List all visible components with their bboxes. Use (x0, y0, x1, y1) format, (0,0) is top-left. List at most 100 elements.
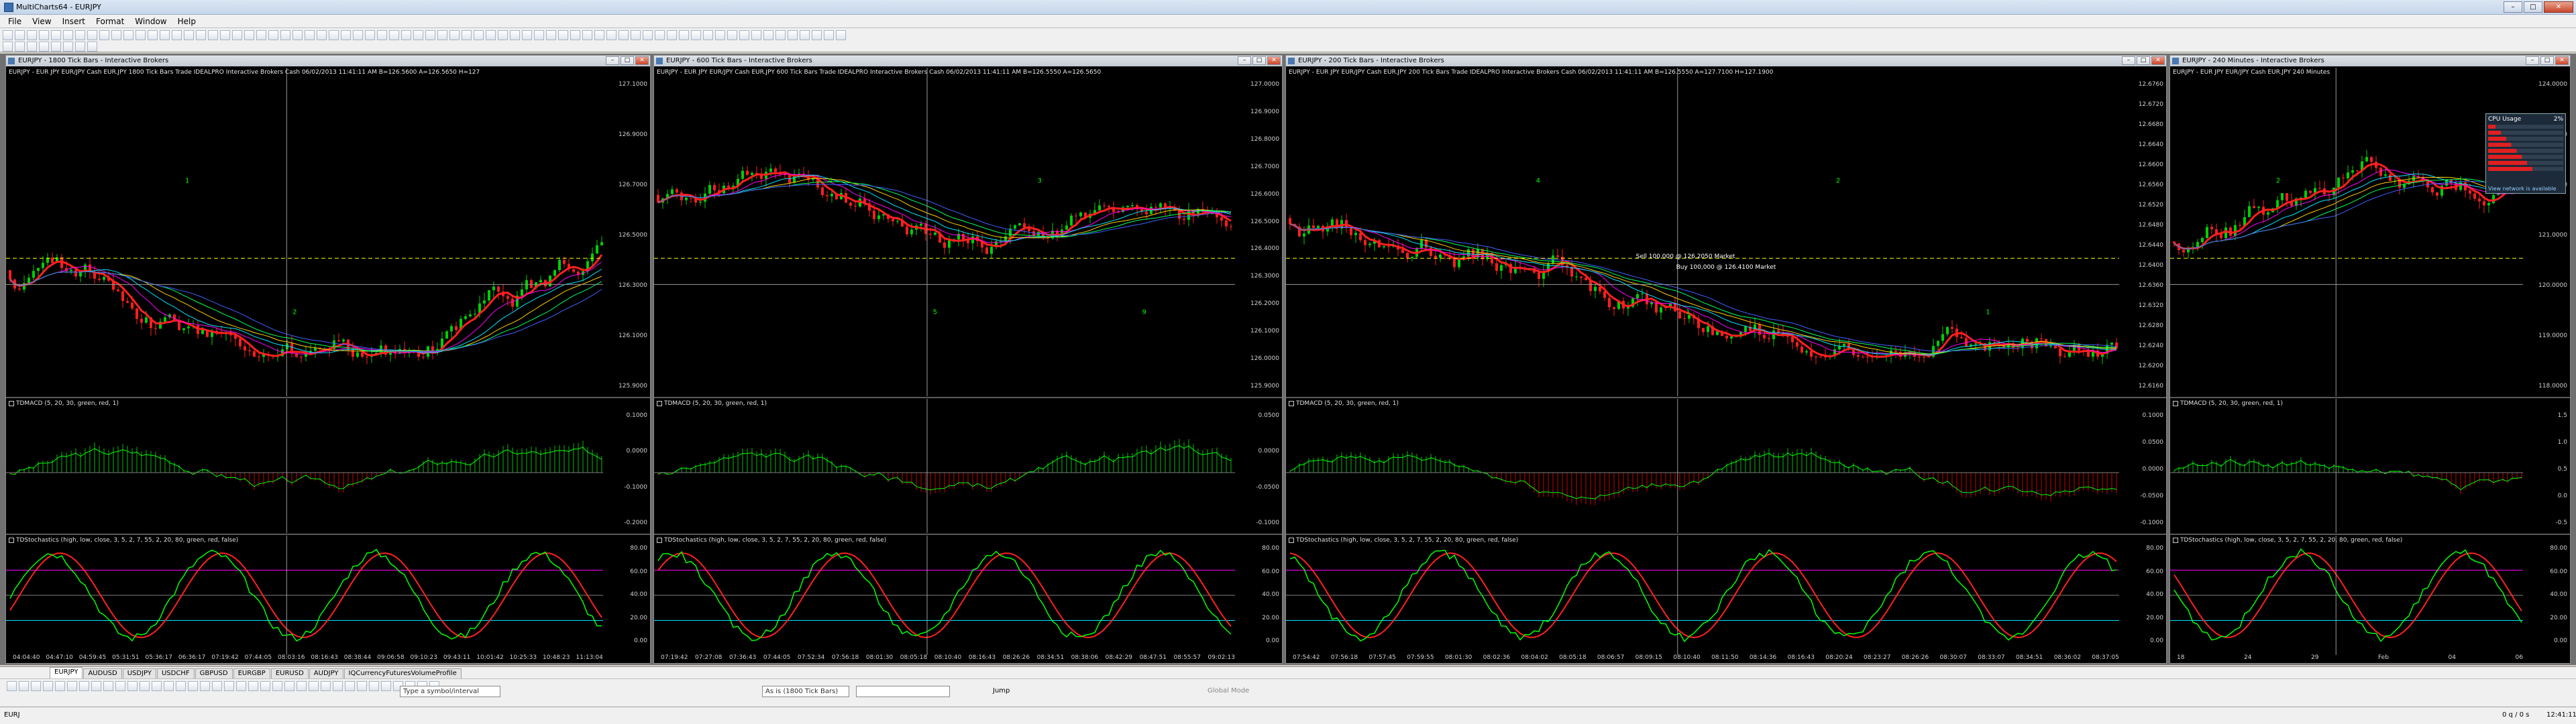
toolbar-button-31[interactable] (365, 29, 375, 40)
draw-tool-button-29[interactable] (345, 680, 355, 691)
toolbar-button-11[interactable] (123, 29, 133, 40)
toolbar-button-35[interactable] (413, 29, 423, 40)
jump-date-input[interactable] (856, 686, 950, 697)
toolbar-button-37[interactable] (437, 29, 447, 40)
toolbar-button-48[interactable] (570, 29, 580, 40)
toolbar-button-61[interactable] (727, 29, 737, 40)
toolbar-button-53[interactable] (631, 29, 641, 40)
draw-tool-button-31[interactable] (369, 680, 379, 691)
toolbar-button-6[interactable] (63, 29, 73, 40)
tab-eurusd[interactable]: EURUSD (270, 668, 309, 678)
draw-tool-button-5[interactable] (55, 680, 65, 691)
toolbar-button-58[interactable] (691, 29, 701, 40)
stochastics-chart[interactable] (1286, 536, 2119, 655)
macd-axis[interactable]: 0.1000 0.0500 0.0000 -0.0500 -0.1000 (2119, 399, 2166, 533)
toolbar-button-17[interactable] (196, 29, 206, 40)
price-axis[interactable]: 12.6760 12.6720 12.6680 12.6640 12.6600 12.65… (2119, 68, 2166, 396)
minimize-icon[interactable]: – (606, 56, 619, 65)
price-chart[interactable]: 2 (2170, 68, 2523, 396)
toolbar-button-9[interactable] (99, 29, 109, 40)
macd-chart[interactable] (654, 399, 1235, 533)
draw-tool-button-8[interactable] (91, 680, 101, 691)
panel-separator[interactable] (654, 534, 1282, 535)
toolbar-button-65[interactable] (775, 29, 786, 40)
toolbar-button-27[interactable] (317, 29, 327, 40)
chart-window-title[interactable]: EURJPY - 1800 Tick Bars - Interactive Br… (6, 56, 650, 66)
toolbar-button-25[interactable] (292, 29, 303, 40)
toolbar-button-21[interactable] (244, 29, 254, 40)
toolbar-button-41[interactable] (486, 29, 496, 40)
time-axis[interactable]: 18 24 29 Feb 04 06 (2177, 654, 2523, 662)
macd-chart[interactable] (1286, 399, 2119, 533)
toolbar-button-29[interactable] (341, 29, 351, 40)
macd-axis[interactable]: 1.5 1.0 0.5 0.0 -0.5 (2523, 399, 2570, 533)
toolbar-button-64[interactable] (763, 29, 773, 40)
draw-tool-button-30[interactable] (357, 680, 367, 691)
minimize-icon[interactable]: – (2504, 1, 2522, 13)
draw-tool-button-17[interactable] (200, 680, 210, 691)
toolbar-button-28[interactable] (329, 29, 339, 40)
chart-window-title[interactable]: EURJPY - 200 Tick Bars - Interactive Bro… (1286, 56, 2166, 66)
toolbar-button-16[interactable] (184, 29, 194, 40)
price-chart[interactable]: 12 (6, 68, 603, 396)
draw-tool-button-13[interactable] (152, 680, 162, 691)
resolution-select[interactable]: As is (1800 Tick Bars) (762, 686, 849, 697)
toolbar2-button-6[interactable] (63, 41, 73, 52)
panel-separator[interactable] (2170, 534, 2570, 535)
draw-tool-button-24[interactable] (284, 680, 294, 691)
toolbar-button-22[interactable] (256, 29, 266, 40)
jump-button[interactable]: Jump (993, 687, 1010, 695)
draw-tool-button-11[interactable] (127, 680, 138, 691)
toolbar-button-26[interactable] (305, 29, 315, 40)
toolbar-button-15[interactable] (172, 29, 182, 40)
tab-eurjpy[interactable]: EURJPY (50, 667, 83, 678)
toolbar-button-30[interactable] (353, 29, 363, 40)
chart-window-title[interactable]: EURJPY - 240 Minutes - Interactive Broke… (2170, 56, 2570, 66)
toolbar-button-57[interactable] (679, 29, 689, 40)
close-icon[interactable]: ✕ (635, 56, 649, 65)
draw-tool-button-19[interactable] (224, 680, 234, 691)
draw-tool-button-26[interactable] (309, 680, 319, 691)
menu-help[interactable]: Help (172, 15, 201, 28)
draw-tool-button-25[interactable] (297, 680, 307, 691)
menu-view[interactable]: View (27, 15, 56, 28)
toolbar-button-45[interactable] (534, 29, 544, 40)
toolbar-button-52[interactable] (619, 29, 629, 40)
toolbar-button-50[interactable] (594, 29, 604, 40)
draw-tool-button-27[interactable] (321, 680, 331, 691)
draw-tool-button-4[interactable] (43, 680, 53, 691)
toolbar-button-14[interactable] (160, 29, 170, 40)
toolbar-button-10[interactable] (111, 29, 121, 40)
close-icon[interactable]: ✕ (2151, 56, 2165, 65)
maximize-icon[interactable]: □ (621, 56, 634, 65)
maximize-icon[interactable]: □ (2540, 56, 2554, 65)
toolbar-button-49[interactable] (582, 29, 592, 40)
price-chart[interactable]: 4 5 3 9 (654, 68, 1235, 396)
maximize-icon[interactable]: □ (1252, 56, 1266, 65)
toolbar-button-32[interactable] (377, 29, 387, 40)
toolbar-button-36[interactable] (425, 29, 435, 40)
global-mode-toggle[interactable]: Global Mode (1208, 687, 1249, 695)
close-icon[interactable]: ✕ (2555, 56, 2569, 65)
price-chart[interactable]: 4 1 2 1 Sell 100,000 @ 126.2050 Market Buy 10… (1286, 68, 2119, 396)
toolbar-button-2[interactable] (15, 29, 25, 40)
toolbar-button-62[interactable] (739, 29, 749, 40)
toolbar-button-4[interactable] (39, 29, 49, 40)
toolbar-button-69[interactable] (824, 29, 834, 40)
panel-separator[interactable] (654, 397, 1282, 398)
toolbar-button-55[interactable] (655, 29, 665, 40)
draw-tool-button-10[interactable] (115, 680, 125, 691)
toolbar-button-8[interactable] (87, 29, 97, 40)
price-axis[interactable]: 127.1000 126.9000 126.7000 126.5000 126.3000… (603, 68, 650, 396)
toolbar-button-59[interactable] (703, 29, 713, 40)
toolbar-button-1[interactable] (3, 29, 13, 40)
macd-chart[interactable] (6, 399, 603, 533)
toolbar-button-38[interactable] (449, 29, 460, 40)
toolbar-button-33[interactable] (389, 29, 399, 40)
draw-tool-button-7[interactable] (79, 680, 89, 691)
maximize-icon[interactable]: □ (2524, 1, 2542, 13)
draw-tool-button-14[interactable] (164, 680, 174, 691)
toolbar-button-44[interactable] (522, 29, 532, 40)
toolbar-button-68[interactable] (812, 29, 822, 40)
time-axis[interactable]: 07:54:42 07:56:18 07:57:45 07:59:55 08:01:30… (1293, 654, 2119, 662)
